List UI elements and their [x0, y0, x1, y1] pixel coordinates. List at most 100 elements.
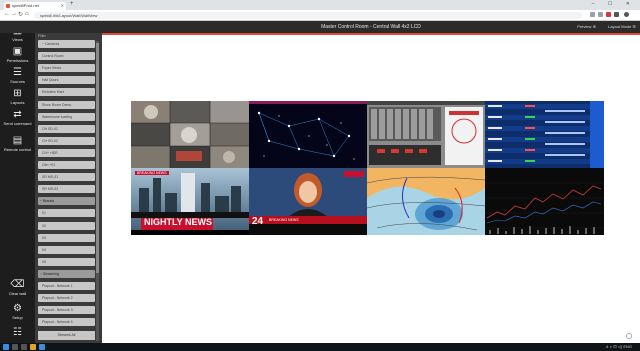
- wall-tile-trading-chart[interactable]: [485, 168, 604, 235]
- wall-tile-network-map[interactable]: [249, 101, 367, 168]
- streams-all-button[interactable]: Streams All: [38, 331, 95, 340]
- source-item[interactable]: Playout - Network 4: [38, 318, 95, 327]
- favicon-icon: [6, 4, 10, 8]
- window-controls[interactable]: – ☐ ✕: [592, 1, 636, 7]
- rail-item-send-command[interactable]: ⇄ Send command: [0, 109, 35, 126]
- rail-item-setup[interactable]: ⚙ Setup: [0, 303, 35, 320]
- source-item[interactable]: Playout - Network 1: [38, 282, 95, 290]
- help-icon[interactable]: [626, 333, 632, 339]
- browser-tabbar: spekt8Prod.net ✕ + – ☐ ✕: [0, 0, 640, 10]
- url-bar[interactable]: spekt8.lt/#/Layout/Wall/WallView: [34, 12, 582, 19]
- weather-map-thumbnail: [367, 168, 485, 235]
- gear-icon: ⚙: [13, 303, 22, 314]
- preview-button[interactable]: Preview ⊕: [577, 24, 596, 29]
- rail-item-remote-control[interactable]: ▤ Remote control: [0, 135, 35, 152]
- home-icon[interactable]: ⌂: [25, 11, 29, 17]
- search-icon[interactable]: [12, 344, 18, 350]
- browser-taskbar-icon[interactable]: [39, 344, 45, 350]
- source-item[interactable]: SR MS-02: [38, 185, 95, 194]
- back-icon[interactable]: ←: [4, 11, 10, 17]
- os-taskbar: ∧ ◐ ⊡ ◁) ENG: [0, 343, 640, 351]
- rail-label: Setup: [12, 315, 23, 320]
- share-icon[interactable]: [590, 12, 595, 17]
- wall-tile-cctv[interactable]: [131, 101, 249, 168]
- video-wall: BREAKING NEWS NIGHTLY NEWS 24 BREAKING N…: [131, 101, 604, 235]
- source-item[interactable]: SR MS-01: [38, 173, 95, 182]
- source-item[interactable]: Warehouse loading: [38, 112, 95, 121]
- new-tab-button[interactable]: +: [70, 1, 74, 7]
- browser-toolbar: ← → ↻ ⌂ spekt8.lt/#/Layout/Wall/WallView: [0, 10, 640, 21]
- start-icon[interactable]: [3, 344, 9, 350]
- network-map-thumbnail: [249, 101, 367, 160]
- source-item[interactable]: Foyer Views: [38, 64, 95, 73]
- anchor-thumbnail: [249, 168, 367, 235]
- browser-tab[interactable]: spekt8Prod.net ✕: [4, 2, 66, 10]
- extensions-icon[interactable]: [614, 12, 619, 17]
- send-command-icon: ⇄: [13, 109, 22, 120]
- sources-filter-input[interactable]: Filter: [37, 34, 95, 39]
- star-icon[interactable]: [598, 12, 603, 17]
- rail-item-clear-wall[interactable]: ⌫ Clear wall: [0, 279, 35, 296]
- app-window: spekt8Prod.net ✕ + – ☐ ✕ ← → ↻ ⌂ spekt8.…: [0, 0, 640, 351]
- rail-label: Send command: [3, 121, 32, 126]
- breaking-news-label: BREAKING NEWS: [269, 218, 299, 222]
- users-icon: ☷: [13, 327, 22, 338]
- rail-label: Sources: [10, 79, 25, 84]
- source-item[interactable]: Playout - Network 2: [38, 294, 95, 303]
- close-tab-icon[interactable]: ✕: [61, 2, 64, 10]
- layout-mode-button[interactable]: Layout Mode ☰: [608, 24, 636, 29]
- source-item[interactable]: 02: [38, 221, 95, 230]
- rail-label: Remote control: [3, 147, 32, 152]
- profile-icon[interactable]: [624, 12, 629, 17]
- news-ticker-text: NIGHTLY NEWS: [144, 217, 213, 227]
- extension-icon[interactable]: [606, 12, 611, 17]
- reload-icon[interactable]: ↻: [18, 11, 23, 18]
- rail-item-sources[interactable]: ☰ Sources: [0, 67, 35, 84]
- source-item[interactable]: Show Room Demo: [38, 100, 95, 109]
- source-item[interactable]: 03: [38, 233, 95, 242]
- sources-scrollbar[interactable]: [96, 41, 99, 341]
- source-item[interactable]: 01: [38, 209, 95, 218]
- page-title: Master Control Room - Central Wall 4x2 L…: [321, 24, 421, 30]
- source-item[interactable]: CH SD-02: [38, 136, 95, 145]
- sources-section-header[interactable]: ~ Streaming: [38, 269, 95, 278]
- browser-tab-title: spekt8Prod.net: [12, 3, 39, 8]
- system-tray[interactable]: ∧ ◐ ⊡ ◁) ENG: [606, 343, 632, 351]
- source-item[interactable]: CH SD-01: [38, 124, 95, 133]
- layout-icon: ⊞: [13, 88, 22, 99]
- wall-tile-market-data[interactable]: [485, 101, 604, 168]
- source-item[interactable]: 05: [38, 257, 95, 266]
- forward-icon[interactable]: →: [11, 11, 17, 17]
- market-data-thumbnail: [485, 101, 604, 168]
- wall-canvas: BREAKING NEWS NIGHTLY NEWS 24 BREAKING N…: [102, 35, 640, 343]
- rail-label: Layouts: [10, 100, 25, 105]
- source-item[interactable]: CH+ HDR: [38, 148, 95, 157]
- sources-section-header[interactable]: ~ Brands: [38, 197, 95, 206]
- rail-item-permissions[interactable]: ▣ Permissions: [0, 46, 35, 63]
- source-item[interactable]: 04: [38, 245, 95, 254]
- rail-item-users[interactable]: ☷: [0, 327, 35, 339]
- scrollbar-thumb[interactable]: [96, 43, 99, 273]
- source-item[interactable]: Cttn +01: [38, 161, 95, 169]
- source-item[interactable]: Playout - Network 3: [38, 306, 95, 315]
- source-item[interactable]: Hall Doors: [38, 76, 95, 85]
- app-header: Master Control Room - Central Wall 4x2 L…: [0, 21, 640, 33]
- task-view-icon[interactable]: [21, 344, 27, 350]
- permissions-icon: ▣: [12, 46, 23, 57]
- rail-label: Clear wall: [8, 291, 27, 296]
- channel-logo: 24: [252, 216, 264, 227]
- wall-tile-weather[interactable]: [367, 168, 485, 235]
- source-item[interactable]: Emirates Mart: [38, 88, 95, 97]
- rail-label: Permissions: [6, 58, 29, 63]
- eraser-icon: ⌫: [10, 279, 25, 290]
- source-item[interactable]: ~ Cameras: [38, 40, 95, 48]
- trading-chart-thumbnail: [485, 182, 604, 234]
- wall-tile-anchor[interactable]: 24 BREAKING NEWS: [249, 168, 367, 235]
- rail-label: Views: [12, 37, 23, 42]
- remote-icon: ▤: [12, 135, 23, 146]
- explorer-icon[interactable]: [30, 344, 36, 350]
- wall-tile-nightly-news[interactable]: BREAKING NEWS NIGHTLY NEWS: [131, 168, 249, 235]
- wall-tile-audio-console[interactable]: [367, 101, 485, 168]
- rail-item-layouts[interactable]: ⊞ Layouts: [0, 88, 35, 105]
- source-item[interactable]: Control Room: [38, 52, 95, 61]
